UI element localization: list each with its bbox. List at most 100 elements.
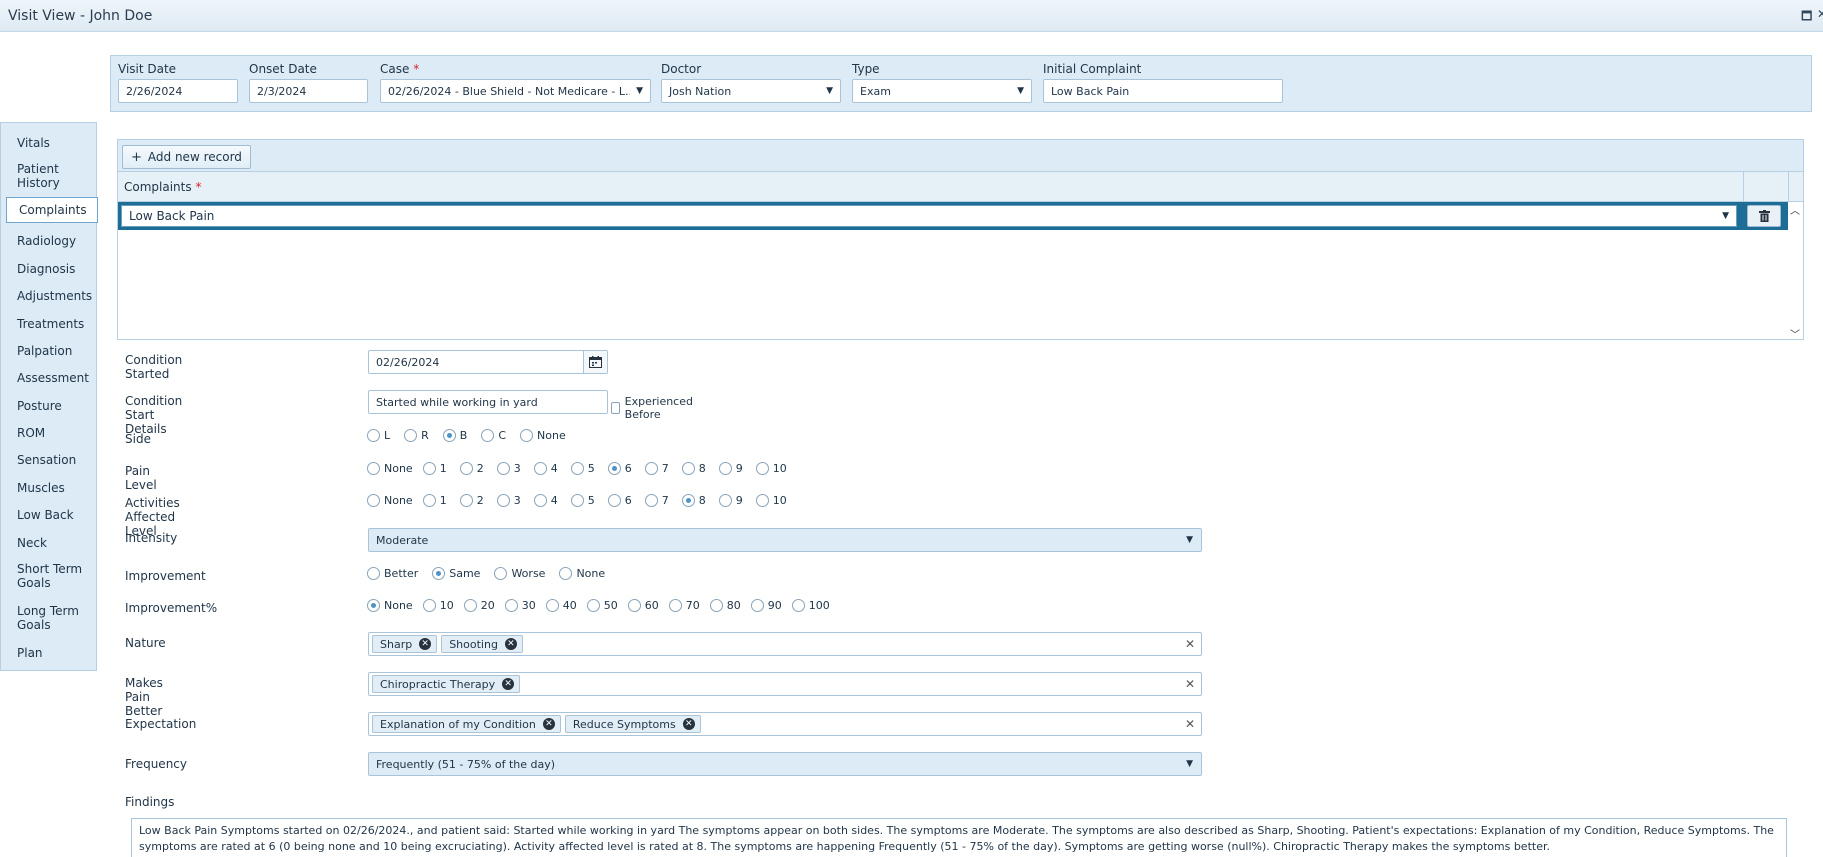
sidebar-item-adjustments[interactable]: Adjustments xyxy=(5,284,93,308)
complaint-select[interactable]: Low Back Pain ▼ xyxy=(121,205,1737,227)
radio-button[interactable] xyxy=(718,494,732,507)
side-option-r[interactable]: R xyxy=(404,429,429,442)
radio-button[interactable] xyxy=(750,599,764,612)
radio-button[interactable] xyxy=(791,599,805,612)
remove-tag-icon[interactable]: ✕ xyxy=(504,638,517,650)
radio-button[interactable] xyxy=(533,494,547,507)
makes-pain-better-multiselect[interactable]: Chiropractic Therapy ✕ ✕ xyxy=(368,672,1202,696)
radio-button[interactable] xyxy=(496,462,510,475)
improvement-option-worse[interactable]: Worse xyxy=(494,567,545,580)
radio-button[interactable] xyxy=(570,462,584,475)
remove-tag-icon[interactable]: ✕ xyxy=(419,638,432,650)
complaints-column-header[interactable]: Complaints * xyxy=(124,180,201,194)
sidebar-item-short-term-goals[interactable]: Short Term Goals xyxy=(5,559,93,593)
sidebar-item-rom[interactable]: ROM xyxy=(5,421,93,445)
condition-start-details-input[interactable]: Started while working in yard xyxy=(368,390,608,414)
sidebar-item-posture[interactable]: Posture xyxy=(5,394,93,418)
checkbox-box[interactable] xyxy=(611,402,620,414)
sidebar-item-complaints[interactable]: Complaints xyxy=(6,197,98,223)
expectation-multiselect[interactable]: Explanation of my Condition ✕ Reduce Symp… xyxy=(368,712,1202,736)
sidebar-item-neck[interactable]: Neck xyxy=(5,531,93,555)
sidebar-item-muscles[interactable]: Muscles xyxy=(5,476,93,500)
grid-scrollbar[interactable]: ︿ ﹀ xyxy=(1787,202,1803,341)
side-option-b[interactable]: B xyxy=(442,429,467,442)
sidebar-item-diagnosis[interactable]: Diagnosis xyxy=(5,257,93,281)
radio-button[interactable] xyxy=(367,462,380,475)
clear-icon[interactable]: ✕ xyxy=(1185,717,1195,731)
pain-option-3[interactable]: 3 xyxy=(496,462,521,475)
radio-button[interactable] xyxy=(607,462,621,475)
improvement-pct-option-10[interactable]: 10 xyxy=(422,599,454,612)
pain-option-9[interactable]: 9 xyxy=(718,462,743,475)
radio-button[interactable] xyxy=(404,429,418,442)
radio-button[interactable] xyxy=(644,494,658,507)
improvement-pct-option-60[interactable]: 60 xyxy=(627,599,659,612)
radio-button[interactable] xyxy=(586,599,600,612)
activity-option-8[interactable]: 8 xyxy=(681,494,706,507)
radio-button[interactable] xyxy=(367,429,380,442)
radio-button[interactable] xyxy=(644,462,658,475)
case-select[interactable]: 02/26/2024 - Blue Shield - Not Medicare … xyxy=(380,79,651,103)
sidebar-item-palpation[interactable]: Palpation xyxy=(5,339,93,363)
chevron-up-icon[interactable]: ︿ xyxy=(1790,202,1800,217)
radio-button[interactable] xyxy=(459,462,473,475)
radio-button[interactable] xyxy=(367,567,380,580)
radio-button[interactable] xyxy=(681,494,695,507)
radio-button[interactable] xyxy=(755,494,769,507)
activity-option-5[interactable]: 5 xyxy=(570,494,595,507)
sidebar-item-sensation[interactable]: Sensation xyxy=(5,448,93,472)
radio-button[interactable] xyxy=(504,599,518,612)
activity-option-6[interactable]: 6 xyxy=(607,494,632,507)
pain-option-8[interactable]: 8 xyxy=(681,462,706,475)
clear-icon[interactable]: ✕ xyxy=(1185,637,1195,651)
activity-option-2[interactable]: 2 xyxy=(459,494,484,507)
onset-date-input[interactable]: 2/3/2024 xyxy=(249,79,368,103)
sidebar-item-plan[interactable]: Plan xyxy=(5,641,93,665)
improvement-pct-option-50[interactable]: 50 xyxy=(586,599,618,612)
side-option-none[interactable]: None xyxy=(520,429,566,442)
radio-button[interactable] xyxy=(718,462,732,475)
radio-button[interactable] xyxy=(367,494,380,507)
intensity-select[interactable]: Moderate ▼ xyxy=(368,528,1202,552)
side-option-c[interactable]: C xyxy=(481,429,506,442)
table-row[interactable]: Low Back Pain ▼ xyxy=(118,202,1788,230)
pain-option-10[interactable]: 10 xyxy=(755,462,787,475)
radio-button[interactable] xyxy=(481,429,495,442)
radio-button[interactable] xyxy=(559,567,573,580)
clear-icon[interactable]: ✕ xyxy=(1185,677,1195,691)
radio-button[interactable] xyxy=(709,599,723,612)
sidebar-item-vitals[interactable]: Vitals xyxy=(5,131,93,155)
remove-tag-icon[interactable]: ✕ xyxy=(542,718,555,730)
findings-textarea[interactable]: Low Back Pain Symptoms started on 02/26/… xyxy=(131,818,1787,857)
radio-button[interactable] xyxy=(422,494,436,507)
sidebar-item-assessment[interactable]: Assessment xyxy=(5,366,93,390)
radio-button[interactable] xyxy=(422,599,436,612)
close-icon[interactable]: ✕ xyxy=(1817,7,1823,21)
activity-option-1[interactable]: 1 xyxy=(422,494,447,507)
sidebar-item-radiology[interactable]: Radiology xyxy=(5,229,93,253)
type-select[interactable]: Exam ▼ xyxy=(852,79,1032,103)
sidebar-item-treatments[interactable]: Treatments xyxy=(5,312,93,336)
remove-tag-icon[interactable]: ✕ xyxy=(502,678,515,690)
radio-button[interactable] xyxy=(494,567,508,580)
radio-button[interactable] xyxy=(627,599,641,612)
radio-button[interactable] xyxy=(545,599,559,612)
improvement-option-same[interactable]: Same xyxy=(432,567,480,580)
visit-date-input[interactable]: 2/26/2024 xyxy=(118,79,238,103)
activity-option-3[interactable]: 3 xyxy=(496,494,521,507)
pain-option-2[interactable]: 2 xyxy=(459,462,484,475)
radio-button[interactable] xyxy=(520,429,534,442)
radio-button[interactable] xyxy=(422,462,436,475)
remove-tag-icon[interactable]: ✕ xyxy=(682,718,695,730)
improvement-option-none[interactable]: None xyxy=(559,567,605,580)
pain-option-4[interactable]: 4 xyxy=(533,462,558,475)
activity-option-4[interactable]: 4 xyxy=(533,494,558,507)
radio-button[interactable] xyxy=(681,462,695,475)
radio-button[interactable] xyxy=(607,494,621,507)
pain-option-7[interactable]: 7 xyxy=(644,462,669,475)
improvement-pct-option-80[interactable]: 80 xyxy=(709,599,741,612)
chevron-down-icon[interactable]: ﹀ xyxy=(1790,326,1800,341)
radio-button[interactable] xyxy=(442,429,456,442)
improvement-pct-option-20[interactable]: 20 xyxy=(463,599,495,612)
radio-button[interactable] xyxy=(570,494,584,507)
